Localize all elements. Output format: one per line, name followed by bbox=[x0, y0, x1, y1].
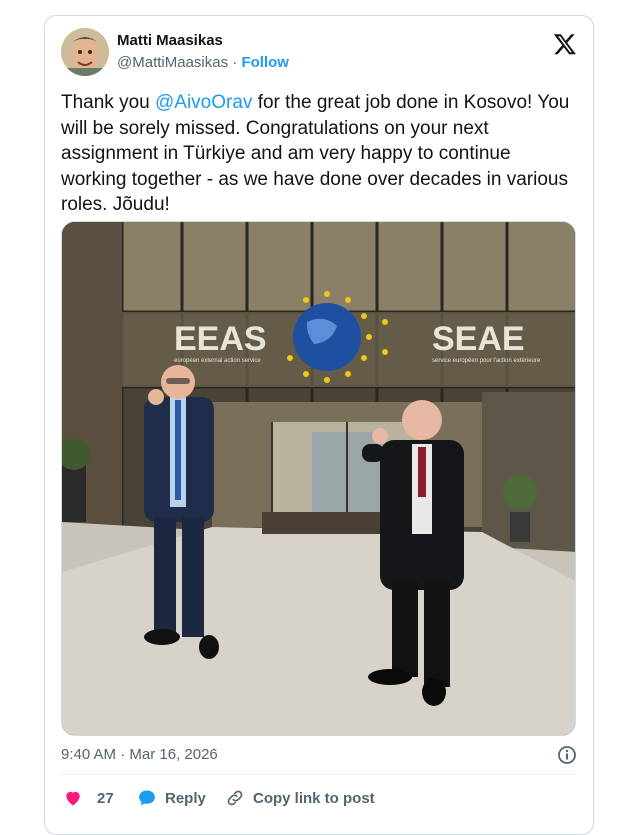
tweet-card: Matti Maasikas @MattiMaasikas · Follow T… bbox=[44, 15, 594, 835]
tweet-photo[interactable]: EEAS european external action service SE… bbox=[61, 221, 576, 736]
handle-line: @MattiMaasikas · Follow bbox=[117, 53, 289, 73]
tweet-text-part-1: Thank you bbox=[61, 92, 155, 113]
timestamp[interactable]: 9:40 AM · Mar 16, 2026 bbox=[61, 746, 218, 763]
reply-button[interactable]: Reply bbox=[137, 786, 206, 810]
follow-button[interactable]: Follow bbox=[241, 54, 289, 71]
like-button[interactable]: 27 bbox=[63, 786, 114, 810]
tweet-text: Thank you @AivoOrav for the great job do… bbox=[61, 90, 576, 218]
x-logo-icon[interactable] bbox=[553, 32, 577, 56]
link-icon bbox=[227, 790, 243, 806]
photo-scene: EEAS european external action service SE… bbox=[62, 222, 575, 735]
timestamp-row: 9:40 AM · Mar 16, 2026 bbox=[61, 744, 577, 766]
display-name[interactable]: Matti Maasikas bbox=[117, 31, 289, 51]
separator: · bbox=[232, 54, 238, 71]
sign-seae: SEAE bbox=[432, 320, 525, 358]
speech-bubble-icon bbox=[139, 790, 155, 806]
sign-eeas-subtitle: european external action service bbox=[174, 358, 261, 364]
copy-link-label: Copy link to post bbox=[253, 789, 375, 807]
like-count: 27 bbox=[97, 789, 114, 807]
avatar-image bbox=[61, 28, 109, 76]
mention-link[interactable]: @AivoOrav bbox=[155, 92, 252, 113]
sign-eeas: EEAS bbox=[174, 320, 267, 358]
action-bar: 27 Reply Copy link to post bbox=[61, 786, 577, 810]
sign-seae-subtitle: service européen pour l'action extérieur… bbox=[432, 358, 541, 364]
heart-icon bbox=[66, 791, 80, 806]
reply-label: Reply bbox=[165, 789, 206, 807]
avatar[interactable] bbox=[61, 28, 109, 76]
divider bbox=[61, 774, 577, 775]
copy-link-button[interactable]: Copy link to post bbox=[225, 786, 375, 810]
handle[interactable]: @MattiMaasikas bbox=[117, 54, 228, 71]
tweet-header: Matti Maasikas @MattiMaasikas · Follow bbox=[61, 28, 577, 78]
info-icon[interactable] bbox=[557, 745, 577, 765]
user-info: Matti Maasikas @MattiMaasikas · Follow bbox=[117, 31, 289, 73]
